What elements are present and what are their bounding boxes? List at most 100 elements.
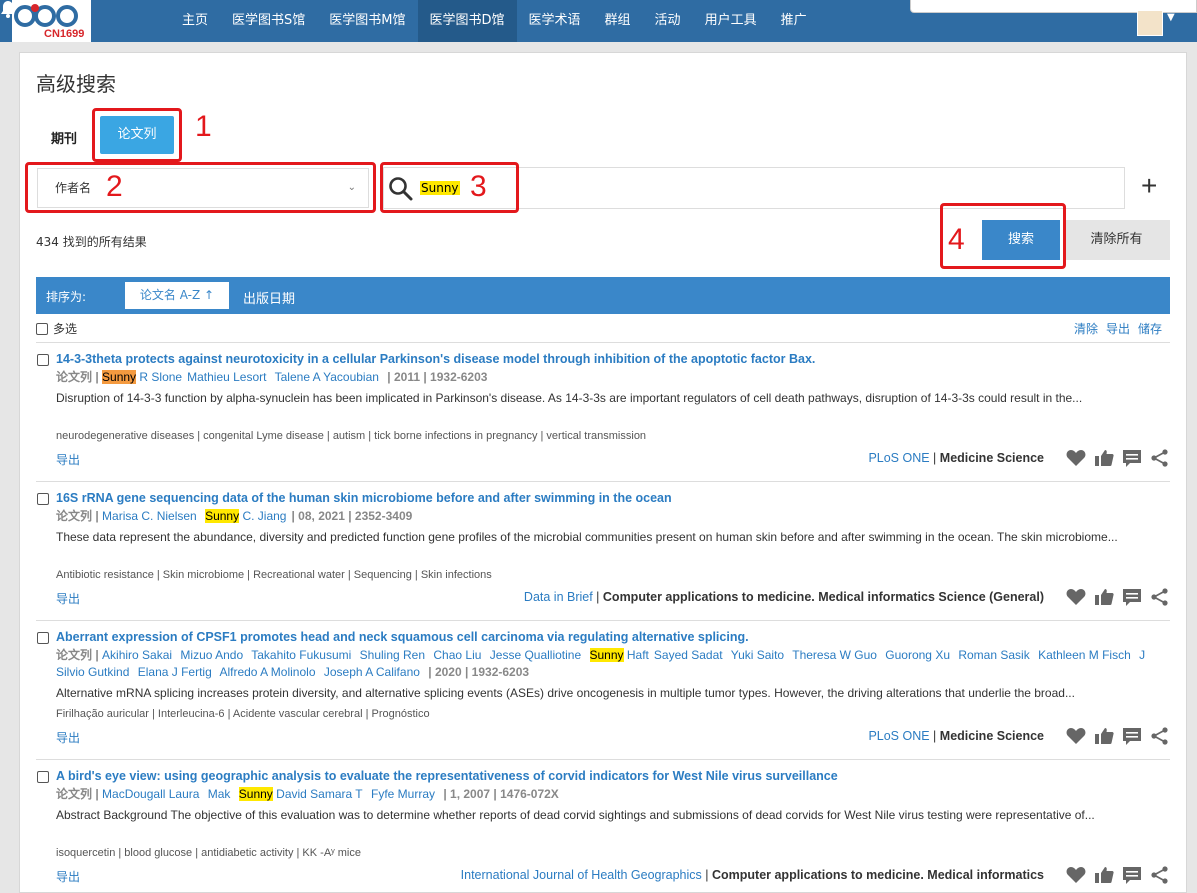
author-link[interactable]: Kathleen M Fisch (1038, 648, 1131, 662)
author-link[interactable]: Marisa C. Nielsen (102, 509, 197, 523)
clear-selection-link[interactable]: 清除 (1074, 320, 1098, 337)
author-highlight[interactable]: Sunny (205, 509, 240, 523)
journal-link[interactable]: Data in Brief (524, 590, 593, 604)
share-icon[interactable] (1150, 866, 1170, 884)
author-link[interactable]: Takahito Fukusumi (251, 648, 351, 662)
result-divider (36, 481, 1170, 482)
result-title-link[interactable]: Aberrant expression of CPSF1 promotes he… (56, 630, 749, 644)
source-separator: | (929, 729, 940, 743)
like-icon[interactable] (1094, 866, 1114, 884)
heart-icon[interactable] (1066, 588, 1086, 606)
author-highlight[interactable]: Sunny (589, 648, 624, 662)
result-categories: Computer applications to medicine. Medic… (602, 590, 1044, 604)
multi-select-checkbox[interactable] (36, 322, 48, 335)
author-link[interactable]: Guorong Xu (885, 648, 950, 662)
result-export-link[interactable]: 导出 (56, 590, 80, 607)
result-keywords: Antibiotic resistance | Skin microbiome … (56, 569, 492, 581)
result-export-link[interactable]: 导出 (56, 451, 80, 468)
journal-link[interactable]: PLoS ONE (868, 451, 929, 465)
comment-icon[interactable] (1122, 449, 1142, 467)
result-title-link[interactable]: 16S rRNA gene sequencing data of the hum… (56, 491, 672, 505)
result-title-link[interactable]: 14-3-3theta protects against neurotoxici… (56, 352, 815, 366)
comment-icon[interactable] (1122, 727, 1142, 745)
share-icon[interactable] (1150, 588, 1170, 606)
nav-item[interactable]: 群组 (593, 0, 643, 42)
tab-journal[interactable]: 期刊 (51, 128, 77, 147)
site-logo[interactable]: CN1699 (12, 0, 91, 42)
author-link[interactable]: Sayed Sadat (654, 648, 723, 662)
nav-item[interactable]: 医学图书M馆 (317, 0, 417, 42)
result-title-link[interactable]: A bird's eye view: using geographic anal… (56, 769, 838, 783)
author-link[interactable]: Alfredo A Molinolo (219, 665, 315, 679)
comment-icon[interactable] (1122, 588, 1142, 606)
nav-item[interactable]: 活动 (643, 0, 693, 42)
result-authors: 论文列 | Akihiro Sakai Mizuo Ando Takahito … (56, 647, 1166, 681)
user-avatar[interactable] (1137, 10, 1163, 36)
nav-item[interactable]: 主页 (170, 0, 220, 42)
journal-link[interactable]: PLoS ONE (868, 729, 929, 743)
result-export-link[interactable]: 导出 (56, 868, 80, 885)
comment-icon[interactable] (1122, 866, 1142, 884)
clear-all-button[interactable]: 清除所有 (1063, 220, 1170, 260)
like-icon[interactable] (1094, 727, 1114, 745)
author-link[interactable]: Chao Liu (433, 648, 481, 662)
author-highlight[interactable]: Sunny (102, 370, 137, 384)
result-authors: 论文列 | Marisa C. Nielsen Sunny C. Jiang | … (56, 508, 1166, 525)
like-icon[interactable] (1094, 588, 1114, 606)
result-source: Data in Brief | Computer applications to… (524, 590, 1044, 604)
nav-item[interactable]: 医学术语 (517, 0, 593, 42)
result-checkbox[interactable] (37, 354, 49, 366)
annotation-box-2 (25, 162, 376, 213)
sort-by-date-button[interactable]: 出版日期 (243, 288, 295, 307)
export-selection-link[interactable]: 导出 (1106, 320, 1130, 337)
result-actions (1066, 727, 1170, 745)
user-menu-caret-icon[interactable]: ▼ (1167, 12, 1175, 23)
author-link[interactable]: Mak (208, 787, 231, 801)
author-link[interactable]: Roman Sasik (958, 648, 1029, 662)
author-link[interactable]: Haft (627, 648, 649, 662)
result-keywords: Firilhação auricular | Interleucina-6 | … (56, 708, 430, 720)
result-actions (1066, 866, 1170, 884)
page-title: 高级搜索 (36, 72, 116, 96)
author-link[interactable]: Joseph A Califano (324, 665, 420, 679)
result-categories: Medicine Science (939, 729, 1044, 743)
multi-select[interactable]: 多选 (36, 320, 77, 337)
author-link[interactable]: Elana J Fertig (138, 665, 212, 679)
author-link[interactable]: C. Jiang (242, 509, 286, 523)
author-link[interactable]: David Samara T (276, 787, 362, 801)
author-link[interactable]: R Slone (139, 370, 182, 384)
author-link[interactable]: Mathieu Lesort (187, 370, 266, 384)
result-meta: | 1, 2007 | 1476-072X (443, 787, 559, 801)
share-icon[interactable] (1150, 727, 1170, 745)
author-link[interactable]: Jesse Qualliotine (490, 648, 581, 662)
share-icon[interactable] (1150, 449, 1170, 467)
journal-link[interactable]: International Journal of Health Geograph… (461, 868, 702, 882)
author-link[interactable]: Akihiro Sakai (102, 648, 172, 662)
result-checkbox[interactable] (37, 632, 49, 644)
heart-icon[interactable] (1066, 449, 1086, 467)
nav-item[interactable]: 医学图书D馆 (417, 0, 517, 42)
nav-item[interactable]: 推广 (769, 0, 819, 42)
author-link[interactable]: MacDougall Laura (102, 787, 199, 801)
result-source: International Journal of Health Geograph… (461, 868, 1044, 882)
author-highlight[interactable]: Sunny (238, 787, 273, 801)
heart-icon[interactable] (1066, 866, 1086, 884)
author-link[interactable]: Shuling Ren (360, 648, 425, 662)
nav-item[interactable]: 医学图书S馆 (220, 0, 317, 42)
author-link[interactable]: Talene A Yacoubian (275, 370, 379, 384)
result-export-link[interactable]: 导出 (56, 729, 80, 746)
author-link[interactable]: Theresa W Guo (792, 648, 877, 662)
heart-icon[interactable] (1066, 727, 1086, 745)
nav-item[interactable]: 用户工具 (693, 0, 769, 42)
sort-by-title-button[interactable]: 论文名 A-Z ↑ (125, 282, 229, 309)
save-selection-link[interactable]: 储存 (1138, 320, 1162, 337)
like-icon[interactable] (1094, 449, 1114, 467)
result-checkbox[interactable] (37, 493, 49, 505)
add-condition-icon[interactable]: + (1141, 170, 1157, 202)
result-checkbox[interactable] (37, 771, 49, 783)
author-link[interactable]: Fyfe Murray (371, 787, 435, 801)
result-abstract: Abstract Background The objective of thi… (56, 808, 1095, 822)
author-link[interactable]: Yuki Saito (731, 648, 784, 662)
result-authors: 论文列 | MacDougall Laura Mak Sunny David S… (56, 786, 1166, 803)
author-link[interactable]: Mizuo Ando (180, 648, 243, 662)
